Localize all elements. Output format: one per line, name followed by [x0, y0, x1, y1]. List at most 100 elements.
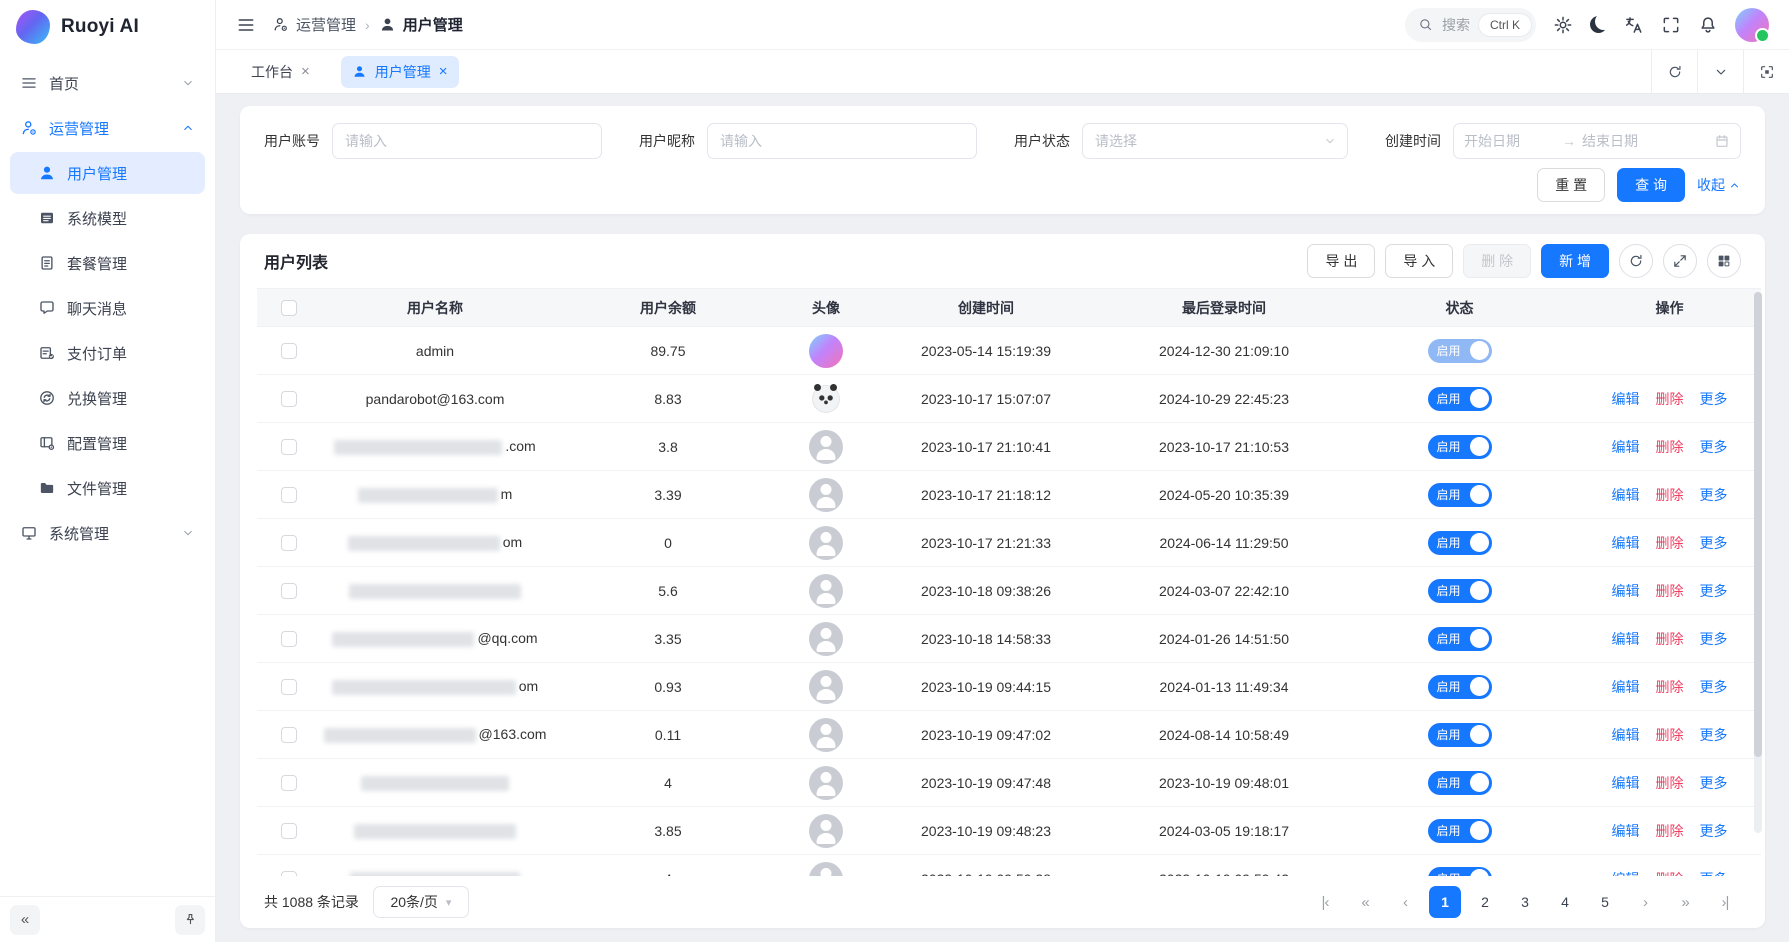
status-toggle[interactable]: 启用	[1428, 483, 1492, 507]
pagination-page-2[interactable]: 2	[1469, 886, 1501, 918]
status-toggle[interactable]: 启用	[1428, 867, 1492, 877]
delete-link[interactable]: 删除	[1656, 533, 1684, 553]
close-icon[interactable]: ×	[301, 64, 310, 79]
sidebar-item-package[interactable]: 套餐管理	[10, 242, 205, 284]
export-button[interactable]: 导 出	[1307, 244, 1375, 278]
column-settings-button[interactable]	[1707, 244, 1741, 278]
language-translate-icon[interactable]	[1624, 15, 1644, 35]
user-account-input[interactable]	[332, 123, 602, 159]
pagination-prev-button[interactable]: ‹	[1389, 886, 1421, 918]
global-search[interactable]: 搜索 Ctrl K	[1405, 8, 1536, 42]
row-checkbox[interactable]	[281, 343, 297, 359]
edit-link[interactable]: 编辑	[1612, 725, 1640, 745]
tab-user-mgmt[interactable]: 用户管理×	[341, 56, 459, 88]
sidebar-pin-button[interactable]	[175, 905, 205, 935]
row-checkbox[interactable]	[281, 823, 297, 839]
delete-link[interactable]: 删除	[1656, 773, 1684, 793]
status-toggle[interactable]: 启用	[1428, 771, 1492, 795]
edit-link[interactable]: 编辑	[1612, 773, 1640, 793]
sidebar-collapse-button[interactable]: «	[10, 905, 40, 935]
more-link[interactable]: 更多	[1700, 869, 1728, 877]
row-checkbox[interactable]	[281, 439, 297, 455]
close-icon[interactable]: ×	[439, 64, 448, 79]
row-checkbox[interactable]	[281, 535, 297, 551]
sidebar-item-order[interactable]: 支付订单	[10, 332, 205, 374]
tab-workbench[interactable]: 工作台×	[240, 56, 321, 88]
start-date-input[interactable]	[1464, 133, 1556, 149]
pagination-last-button[interactable]: ›|	[1709, 886, 1741, 918]
sidebar-item-file[interactable]: 文件管理	[10, 467, 205, 509]
more-link[interactable]: 更多	[1700, 773, 1728, 793]
delete-link[interactable]: 删除	[1656, 725, 1684, 745]
sidebar-item-model[interactable]: 系统模型	[10, 197, 205, 239]
more-link[interactable]: 更多	[1700, 677, 1728, 697]
delete-link[interactable]: 删除	[1656, 629, 1684, 649]
pagination-next-button[interactable]: ›	[1629, 886, 1661, 918]
settings-gear-icon[interactable]	[1553, 15, 1573, 35]
table-fullscreen-button[interactable]	[1663, 244, 1697, 278]
edit-link[interactable]: 编辑	[1612, 485, 1640, 505]
app-logo[interactable]: Ruoyi AI	[0, 0, 215, 54]
edit-link[interactable]: 编辑	[1612, 533, 1640, 553]
breadcrumb-item[interactable]: 运营管理	[272, 14, 356, 35]
delete-link[interactable]: 删除	[1656, 485, 1684, 505]
user-status-select[interactable]: 请选择	[1082, 123, 1348, 159]
sidebar-item-chat[interactable]: 聊天消息	[10, 287, 205, 329]
sidebar-item-home[interactable]: 首页	[10, 62, 205, 104]
more-link[interactable]: 更多	[1700, 629, 1728, 649]
sidebar-item-exchange[interactable]: 兑换管理	[10, 377, 205, 419]
pagination-page-3[interactable]: 3	[1509, 886, 1541, 918]
row-checkbox[interactable]	[281, 631, 297, 647]
pagination-next-jump-button[interactable]: »	[1669, 886, 1701, 918]
collapse-filter-link[interactable]: 收起	[1697, 175, 1741, 195]
delete-link[interactable]: 删除	[1656, 821, 1684, 841]
row-checkbox[interactable]	[281, 679, 297, 695]
select-all-checkbox[interactable]	[281, 300, 297, 316]
delete-link[interactable]: 删除	[1656, 581, 1684, 601]
tab-refresh-button[interactable]	[1651, 50, 1697, 94]
status-toggle[interactable]: 启用	[1428, 723, 1492, 747]
more-link[interactable]: 更多	[1700, 581, 1728, 601]
edit-link[interactable]: 编辑	[1612, 869, 1640, 877]
end-date-input[interactable]	[1582, 133, 1674, 149]
more-link[interactable]: 更多	[1700, 389, 1728, 409]
status-toggle[interactable]: 启用	[1428, 627, 1492, 651]
delete-button[interactable]: 删 除	[1463, 244, 1531, 278]
scrollbar-thumb[interactable]	[1754, 292, 1762, 757]
add-button[interactable]: 新 增	[1541, 244, 1609, 278]
sidebar-item-operation[interactable]: 运营管理	[10, 107, 205, 149]
delete-link[interactable]: 删除	[1656, 389, 1684, 409]
edit-link[interactable]: 编辑	[1612, 437, 1640, 457]
table-scrollbar[interactable]	[1754, 292, 1762, 833]
notifications-bell-icon[interactable]	[1698, 15, 1718, 35]
more-link[interactable]: 更多	[1700, 821, 1728, 841]
user-nickname-input[interactable]	[707, 123, 977, 159]
reset-button[interactable]: 重 置	[1537, 168, 1605, 202]
delete-link[interactable]: 删除	[1656, 677, 1684, 697]
edit-link[interactable]: 编辑	[1612, 629, 1640, 649]
delete-link[interactable]: 删除	[1656, 437, 1684, 457]
edit-link[interactable]: 编辑	[1612, 389, 1640, 409]
row-checkbox[interactable]	[281, 775, 297, 791]
status-toggle[interactable]: 启用	[1428, 579, 1492, 603]
breadcrumb-item[interactable]: 用户管理	[379, 14, 463, 35]
create-time-range[interactable]: →	[1453, 123, 1741, 159]
status-toggle[interactable]: 启用	[1428, 435, 1492, 459]
status-toggle[interactable]: 启用	[1428, 387, 1492, 411]
delete-link[interactable]: 删除	[1656, 869, 1684, 877]
row-checkbox[interactable]	[281, 391, 297, 407]
search-button[interactable]: 查 询	[1617, 168, 1685, 202]
user-avatar[interactable]	[1735, 8, 1769, 42]
sidebar-item-user-mgmt[interactable]: 用户管理	[10, 152, 205, 194]
hamburger-menu-icon[interactable]	[236, 15, 256, 35]
edit-link[interactable]: 编辑	[1612, 581, 1640, 601]
pagination-page-5[interactable]: 5	[1589, 886, 1621, 918]
more-link[interactable]: 更多	[1700, 485, 1728, 505]
page-size-select[interactable]: 20条/页 ▾	[373, 886, 469, 918]
more-link[interactable]: 更多	[1700, 533, 1728, 553]
pagination-prev-jump-button[interactable]: «	[1349, 886, 1381, 918]
dark-mode-moon-icon[interactable]	[1590, 16, 1607, 33]
table-refresh-button[interactable]	[1619, 244, 1653, 278]
status-toggle[interactable]: 启用	[1428, 339, 1492, 363]
sidebar-item-config[interactable]: 配置管理	[10, 422, 205, 464]
